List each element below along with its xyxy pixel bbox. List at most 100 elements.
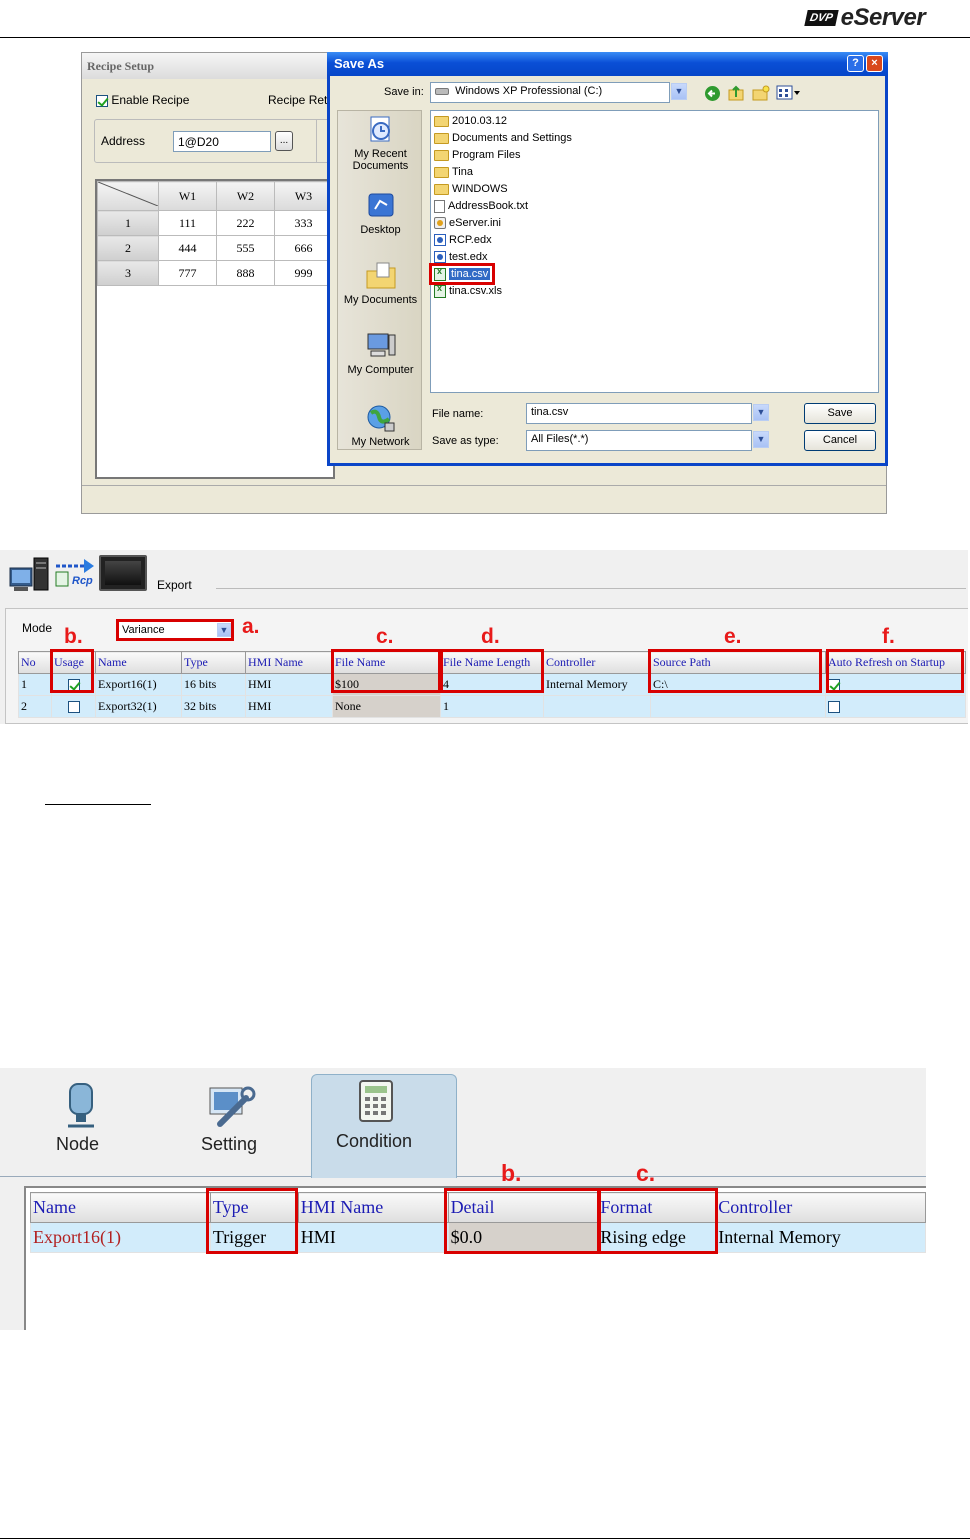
marker-e: e. [724, 625, 742, 648]
address-input[interactable]: 1@D20 [173, 131, 271, 152]
back-icon[interactable] [704, 85, 721, 102]
cell-hmi: HMI [245, 695, 333, 718]
place-my-documents[interactable]: My Documents [338, 261, 423, 306]
up-folder-icon[interactable] [728, 84, 745, 102]
tab-condition[interactable]: Condition [311, 1074, 457, 1178]
address-browse-button[interactable]: ... [275, 131, 293, 151]
save-in-label: Save in: [384, 86, 424, 98]
cell-no: 2 [18, 695, 52, 718]
excel-file-icon [434, 283, 446, 298]
list-item[interactable]: Documents and Settings [434, 130, 572, 146]
grid-cell[interactable]: 333 [274, 210, 333, 236]
col-header: Name [30, 1192, 211, 1223]
chevron-down-icon[interactable]: ▼ [671, 83, 687, 100]
header-rule [0, 37, 970, 38]
cell-source-path[interactable] [650, 695, 826, 718]
cell-file-name-length[interactable]: 1 [440, 695, 544, 718]
cell-name: Export32(1) [95, 695, 182, 718]
folder-icon [434, 149, 449, 161]
folder-icon [434, 132, 449, 144]
checkbox-checked-icon [96, 94, 108, 107]
text-file-icon [434, 199, 445, 213]
cell-usage[interactable] [51, 695, 96, 718]
mode-value: Variance [122, 624, 165, 636]
chevron-down-icon[interactable]: ▼ [753, 404, 769, 421]
table-row[interactable]: 2 Export32(1) 32 bits HMI None 1 [18, 695, 966, 718]
cell-controller[interactable]: Internal Memory [543, 673, 651, 696]
col-header: Type [181, 651, 246, 674]
grid-cell[interactable]: 222 [216, 210, 275, 236]
usage-checkbox[interactable] [67, 701, 80, 714]
grid-cell[interactable]: 777 [158, 260, 217, 286]
place-label: My Documents [343, 294, 418, 306]
place-label: My Network [351, 436, 410, 448]
list-item[interactable]: WINDOWS [434, 181, 508, 197]
grid-row[interactable]: 3 777 888 999 [97, 260, 333, 286]
cell-type: 16 bits [181, 673, 246, 696]
ini-file-icon [434, 217, 446, 229]
enable-recipe-checkbox[interactable]: Enable Recipe [96, 93, 189, 107]
place-my-computer[interactable]: My Computer [338, 331, 423, 376]
setting-tools-icon [209, 1086, 256, 1127]
cell-name: Export16(1) [30, 1222, 211, 1253]
underline-decoration [45, 804, 151, 805]
place-desktop[interactable]: Desktop [338, 191, 423, 236]
cell-hmi: HMI [245, 673, 333, 696]
desktop-icon [368, 193, 393, 217]
save-in-dropdown[interactable]: Windows XP Professional (C:) [430, 82, 670, 103]
new-folder-icon[interactable] [752, 84, 770, 102]
file-name: Program Files [452, 149, 521, 161]
cancel-button[interactable]: Cancel [804, 430, 876, 451]
list-item[interactable]: 2010.03.12 [434, 113, 507, 129]
list-item[interactable]: Program Files [434, 147, 520, 163]
grid-corner [97, 181, 159, 211]
mode-dropdown[interactable]: Variance ▼ [116, 619, 234, 641]
file-name-input[interactable]: tina.csv [526, 403, 752, 424]
list-item[interactable]: RCP.edx [434, 232, 492, 248]
grid-cell[interactable]: 111 [158, 210, 217, 236]
tab-node[interactable]: Node [40, 1080, 120, 1170]
rcp-label: Rcp [72, 575, 93, 587]
close-button[interactable]: × [866, 55, 883, 72]
recipe-grid: W1 W2 W3 1 111 222 333 2 444 555 666 3 7… [95, 179, 335, 479]
auto-refresh-checkbox[interactable] [828, 701, 840, 714]
edx-file-icon [434, 234, 446, 246]
cell-hmi: HMI [297, 1222, 449, 1253]
export-header: Rcp Export [0, 550, 968, 602]
place-my-recent-documents[interactable]: My Recent Documents [338, 115, 423, 172]
grid-header-row: W1 W2 W3 [97, 181, 333, 211]
col-header: No [18, 651, 52, 674]
place-my-network[interactable]: My Network [338, 403, 423, 448]
file-list[interactable]: 2010.03.12 Documents and Settings Progra… [429, 110, 879, 393]
calculator-icon [359, 1080, 393, 1122]
server-computer-icon [9, 557, 49, 591]
corner-diagonal-icon [97, 181, 159, 207]
grid-cell[interactable]: 888 [216, 260, 275, 286]
address-group: Address 1@D20 ... [94, 119, 334, 163]
grid-row[interactable]: 1 111 222 333 [97, 210, 333, 236]
file-name: RCP.edx [449, 234, 492, 246]
tab-setting[interactable]: Setting [186, 1080, 276, 1170]
view-menu-icon[interactable] [776, 85, 802, 101]
help-button[interactable]: ? [847, 55, 864, 72]
my-network-icon [367, 405, 394, 432]
file-name: tina.csv.xls [449, 285, 502, 297]
cell-file-name[interactable]: None [332, 695, 441, 718]
list-item[interactable]: AddressBook.txt [434, 198, 528, 214]
cell-controller[interactable] [543, 695, 651, 718]
save-button[interactable]: Save [804, 403, 876, 424]
grid-cell[interactable]: 666 [274, 235, 333, 261]
chevron-down-icon[interactable]: ▼ [753, 431, 769, 448]
grid-cell[interactable]: 444 [158, 235, 217, 261]
cell-auto-refresh[interactable] [825, 695, 966, 718]
grid-row[interactable]: 2 444 555 666 [97, 235, 333, 261]
grid-col-header: W3 [274, 181, 333, 211]
list-item[interactable]: tina.csv.xls [434, 283, 502, 299]
save-type-dropdown[interactable]: All Files(*.*) [526, 430, 752, 451]
list-item[interactable]: Tina [434, 164, 473, 180]
grid-cell[interactable]: 555 [216, 235, 275, 261]
list-item[interactable]: eServer.ini [434, 215, 501, 231]
chevron-down-icon[interactable]: ▼ [217, 623, 231, 637]
export-body: Mode Variance ▼ a. b. c. d. e. f. No Usa… [5, 608, 968, 724]
grid-cell[interactable]: 999 [274, 260, 333, 286]
